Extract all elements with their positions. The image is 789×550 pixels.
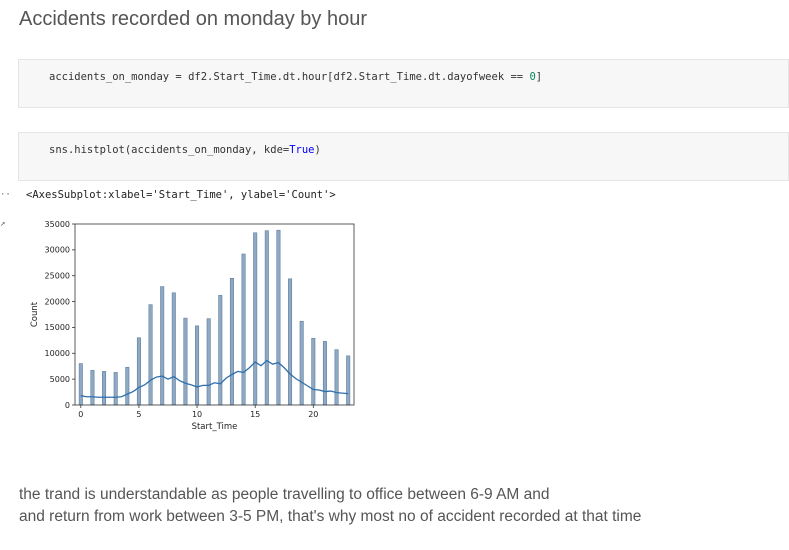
histogram-bar: [346, 355, 351, 406]
kde-line: [80, 359, 349, 398]
histogram-bar: [148, 304, 153, 406]
code-text: accidents_on_monday = df2.Start_Time.dt.…: [49, 71, 530, 83]
histogram-bar: [218, 295, 223, 406]
histogram-bar: [113, 372, 118, 406]
y-tick-label: 20000: [45, 297, 70, 306]
markdown-heading: Accidents recorded on monday by hour: [19, 8, 367, 30]
x-tick-label: 10: [192, 410, 202, 419]
y-tick-label: 25000: [45, 272, 70, 281]
histogram-bar: [206, 318, 211, 406]
histogram-bar: [78, 363, 83, 406]
x-tick-label: 0: [78, 410, 83, 419]
y-tick-label: 15000: [45, 323, 70, 332]
code-line-1: accidents_on_monday = df2.Start_Time.dt.…: [49, 71, 542, 83]
y-tick-label: 10000: [45, 349, 70, 358]
histogram-bar: [241, 253, 246, 406]
markdown-note: the trand is understandable as people tr…: [19, 484, 641, 528]
note-line-2: and return from work between 3-5 PM, tha…: [19, 508, 642, 525]
histogram-bar: [90, 370, 95, 406]
code-text: ]: [535, 71, 543, 83]
histogram-bar: [253, 232, 258, 406]
code-text: sns.histplot(accidents_on_monday, kde=: [49, 144, 290, 156]
histogram-bar: [264, 230, 269, 406]
output-prompt-dots: ··: [0, 190, 11, 200]
y-tick-label: 30000: [45, 246, 70, 255]
histogram-bar: [288, 278, 293, 406]
histogram-bar: [311, 337, 316, 406]
y-tick-label: 35000: [45, 220, 70, 229]
code-text: ): [314, 144, 321, 156]
histogram-bar: [102, 371, 107, 406]
code-line-2: sns.histplot(accidents_on_monday, kde=Tr…: [49, 144, 321, 156]
histogram-bar: [125, 366, 130, 406]
histogram-bar: [160, 286, 165, 406]
x-tick-label: 5: [136, 410, 141, 419]
histogram-bar: [299, 320, 304, 406]
y-tick-label: 5000: [50, 375, 70, 384]
y-tick-label: 0: [65, 401, 70, 410]
histogram-bar: [183, 317, 188, 406]
histogram-bar: [334, 349, 339, 406]
histogram-bar: [195, 325, 200, 406]
output-repr-text: <AxesSubplot:xlabel='Start_Time', ylabel…: [26, 189, 336, 201]
histogram-bar: [276, 229, 281, 406]
histogram-bar: [229, 278, 234, 406]
histogram-bar: [171, 292, 176, 406]
x-tick-label: 15: [250, 410, 260, 419]
histogram-bar: [136, 337, 141, 406]
x-tick-label: 20: [308, 410, 318, 419]
code-cell-2[interactable]: sns.histplot(accidents_on_monday, kde=Tr…: [18, 132, 789, 181]
code-keyword-token: True: [289, 144, 315, 156]
histogram-plot: 0 5000 10000 15000 20000 25000 30000 35000 0 5 10 1…: [30, 220, 355, 432]
histogram-bar: [322, 341, 327, 406]
y-axis-label: Count: [30, 301, 40, 327]
note-line-1: the trand is understandable as people tr…: [19, 486, 550, 503]
x-axis-label: Start_Time: [192, 422, 238, 432]
code-cell-1[interactable]: accidents_on_monday = df2.Start_Time.dt.…: [18, 59, 789, 108]
